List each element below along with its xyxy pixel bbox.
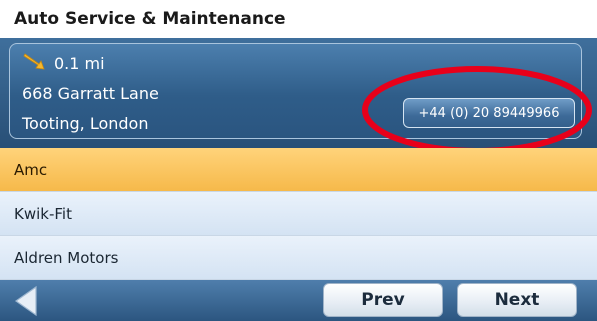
page-title: Auto Service & Maintenance bbox=[0, 0, 597, 38]
list-item-aldren-motors[interactable]: Aldren Motors bbox=[0, 236, 597, 280]
arrow-down-right-icon bbox=[23, 53, 45, 70]
location-detail-panel: 0.1 mi 668 Garratt Lane Tooting, London … bbox=[0, 38, 597, 148]
list-item-amc[interactable]: Amc bbox=[0, 148, 597, 192]
address-city: Tooting, London bbox=[22, 114, 149, 133]
location-detail-card: 0.1 mi 668 Garratt Lane Tooting, London … bbox=[9, 43, 582, 139]
distance-value: 0.1 mi bbox=[54, 53, 105, 73]
back-triangle-icon[interactable] bbox=[8, 284, 48, 318]
phone-call-button[interactable]: +44 (0) 20 89449966 bbox=[403, 98, 575, 128]
distance-row: 0.1 mi bbox=[22, 52, 105, 74]
app-screen: Auto Service & Maintenance 0.1 mi 668 Ga… bbox=[0, 0, 597, 321]
bottom-navigation-bar: Prev Next bbox=[0, 280, 597, 321]
list-item-kwik-fit[interactable]: Kwik-Fit bbox=[0, 192, 597, 236]
results-list: Amc Kwik-Fit Aldren Motors bbox=[0, 148, 597, 280]
prev-button[interactable]: Prev bbox=[323, 283, 443, 317]
next-button[interactable]: Next bbox=[457, 283, 577, 317]
address-street: 668 Garratt Lane bbox=[22, 84, 159, 103]
